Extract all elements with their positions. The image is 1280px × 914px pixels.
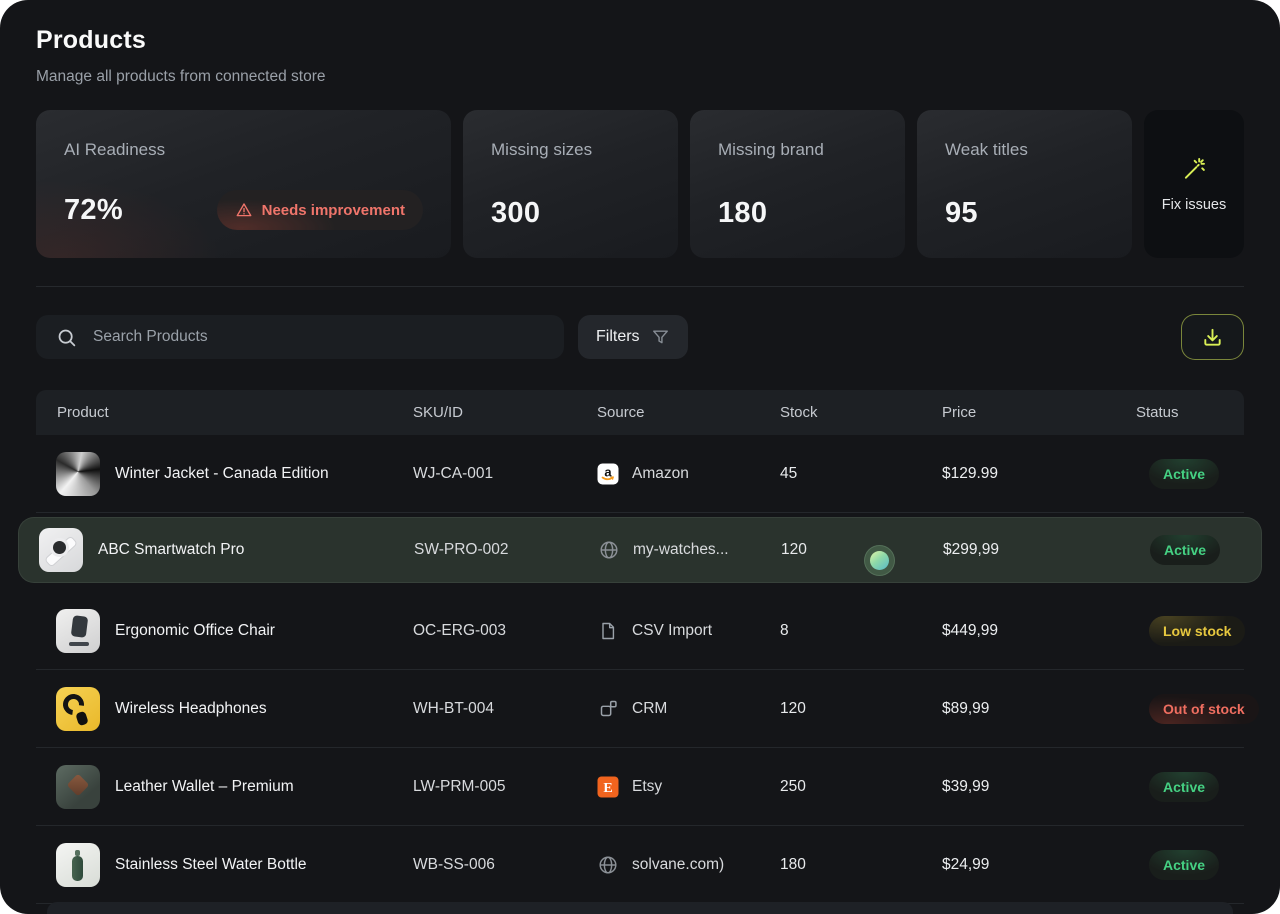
- stat-card-ai-readiness: AI Readiness 72% Needs improvement: [36, 110, 451, 258]
- filters-button[interactable]: Filters: [578, 315, 688, 359]
- price-value: $24,99: [942, 856, 1100, 874]
- status-badge: Active: [1150, 535, 1220, 565]
- table-body: Winter Jacket - Canada Edition WJ-CA-001…: [36, 435, 1244, 904]
- table-row-highlighted[interactable]: ABC Smartwatch Pro SW-PRO-002 my-watches…: [18, 517, 1262, 583]
- stock-value: 120: [781, 541, 943, 559]
- product-thumbnail: [56, 452, 100, 496]
- stat-value: 300: [491, 197, 540, 230]
- fix-issues-label: Fix issues: [1162, 197, 1226, 213]
- price-value: $449,99: [942, 622, 1100, 640]
- price-value: $299,99: [943, 541, 1101, 559]
- product-name: Wireless Headphones: [115, 700, 267, 718]
- export-button[interactable]: [1181, 314, 1244, 360]
- table-row[interactable]: Stainless Steel Water Bottle WB-SS-006 s…: [36, 826, 1244, 904]
- source-name: CRM: [632, 700, 667, 718]
- section-divider: [36, 286, 1244, 287]
- price-value: $129.99: [942, 465, 1100, 483]
- stat-label: Missing brand: [718, 140, 877, 160]
- product-name: Leather Wallet – Premium: [115, 778, 294, 796]
- product-thumbnail: [56, 609, 100, 653]
- table-header: Product SKU/ID Source Stock Price Status: [36, 390, 1244, 435]
- source-name: Etsy: [632, 778, 662, 796]
- stats-row: AI Readiness 72% Needs improvement Missi…: [36, 110, 1244, 258]
- stock-value: 8: [780, 622, 942, 640]
- table-row[interactable]: Ergonomic Office Chair OC-ERG-003 CSV Im…: [36, 592, 1244, 670]
- stat-value: 72%: [64, 194, 123, 227]
- product-sku: WJ-CA-001: [413, 465, 597, 483]
- stat-card-missing-brand: Missing brand 180: [690, 110, 905, 258]
- table-row[interactable]: Leather Wallet – Premium LW-PRM-005 E Et…: [36, 748, 1244, 826]
- page-subtitle: Manage all products from connected store: [36, 68, 1244, 86]
- search-input[interactable]: [91, 327, 544, 347]
- stock-value: 120: [780, 700, 942, 718]
- product-name: Ergonomic Office Chair: [115, 622, 275, 640]
- next-row-partial: [47, 902, 1233, 914]
- stock-value: 180: [780, 856, 942, 874]
- globe-icon: [597, 854, 619, 876]
- product-sku: OC-ERG-003: [413, 622, 597, 640]
- magic-wand-icon: [1181, 156, 1207, 182]
- download-icon: [1201, 326, 1224, 349]
- amazon-icon: a: [597, 463, 619, 485]
- product-thumbnail: [56, 765, 100, 809]
- product-sku: LW-PRM-005: [413, 778, 597, 796]
- stat-value: 95: [945, 197, 978, 230]
- search-box[interactable]: [36, 315, 564, 359]
- page-title: Products: [36, 26, 1244, 55]
- source-name: my-watches...: [633, 541, 729, 559]
- product-sku: SW-PRO-002: [414, 541, 598, 559]
- products-table: Product SKU/ID Source Stock Price Status…: [36, 390, 1244, 904]
- product-sku: WB-SS-006: [413, 856, 597, 874]
- product-sku: WH-BT-004: [413, 700, 597, 718]
- status-badge: Out of stock: [1149, 694, 1259, 724]
- fix-issues-button[interactable]: Fix issues: [1144, 110, 1244, 258]
- products-page: Products Manage all products from connec…: [0, 0, 1280, 914]
- stat-card-missing-sizes: Missing sizes 300: [463, 110, 678, 258]
- grid-icon: [597, 698, 619, 720]
- column-header-product: Product: [36, 404, 413, 421]
- stat-label: Weak titles: [945, 140, 1104, 160]
- column-header-source: Source: [597, 404, 780, 421]
- product-thumbnail: [56, 843, 100, 887]
- search-icon: [56, 327, 77, 348]
- filter-funnel-icon: [651, 328, 670, 347]
- svg-text:E: E: [603, 780, 612, 795]
- product-thumbnail: [39, 528, 83, 572]
- file-icon: [597, 620, 619, 642]
- column-header-sku: SKU/ID: [413, 404, 597, 421]
- price-value: $39,99: [942, 778, 1100, 796]
- product-name: Winter Jacket - Canada Edition: [115, 465, 329, 483]
- status-badge: Active: [1149, 459, 1219, 489]
- table-row[interactable]: Wireless Headphones WH-BT-004 CRM 120 $8…: [36, 670, 1244, 748]
- column-header-price: Price: [942, 404, 1100, 421]
- source-name: solvane.com): [632, 856, 724, 874]
- column-header-stock: Stock: [780, 404, 942, 421]
- page-header: Products Manage all products from connec…: [0, 0, 1280, 86]
- stat-card-weak-titles: Weak titles 95: [917, 110, 1132, 258]
- toolbar: Filters: [36, 314, 1244, 360]
- stat-label: AI Readiness: [64, 140, 423, 160]
- needs-improvement-label: Needs improvement: [262, 202, 405, 219]
- needs-improvement-badge: Needs improvement: [217, 190, 423, 230]
- product-name: Stainless Steel Water Bottle: [115, 856, 307, 874]
- product-name: ABC Smartwatch Pro: [98, 541, 244, 559]
- stat-value: 180: [718, 197, 767, 230]
- status-badge: Active: [1149, 772, 1219, 802]
- column-header-status: Status: [1100, 404, 1244, 421]
- stock-value: 250: [780, 778, 942, 796]
- price-value: $89,99: [942, 700, 1100, 718]
- product-thumbnail: [56, 687, 100, 731]
- globe-icon: [598, 539, 620, 561]
- cursor-indicator: [864, 545, 895, 576]
- source-name: CSV Import: [632, 622, 712, 640]
- source-name: Amazon: [632, 465, 689, 483]
- status-badge: Low stock: [1149, 616, 1245, 646]
- filters-label: Filters: [596, 328, 640, 346]
- table-row[interactable]: Winter Jacket - Canada Edition WJ-CA-001…: [36, 435, 1244, 513]
- stock-value: 45: [780, 465, 942, 483]
- etsy-icon: E: [597, 776, 619, 798]
- warning-icon: [235, 201, 253, 219]
- status-badge: Active: [1149, 850, 1219, 880]
- stat-label: Missing sizes: [491, 140, 650, 160]
